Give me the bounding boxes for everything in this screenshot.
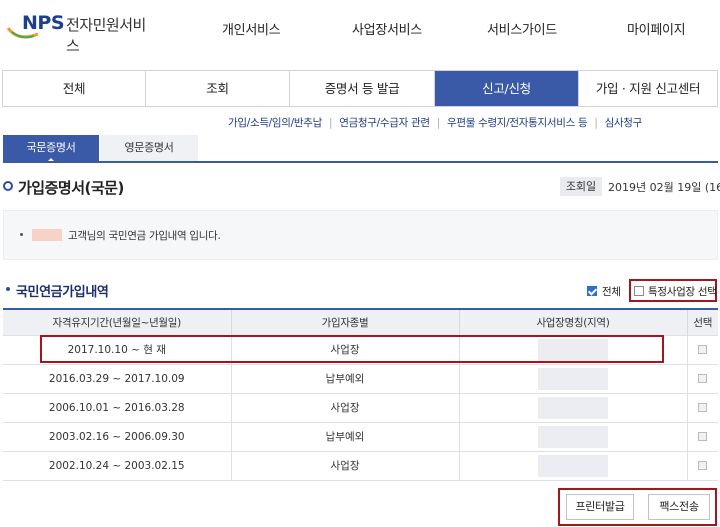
row-select-checkbox[interactable] (698, 403, 708, 412)
subnav-item-pension-claim[interactable]: 연금청구/수급자 관련 (339, 115, 430, 130)
masked-workplace-name (538, 367, 608, 390)
tab-report-apply[interactable]: 신고/신청 (435, 71, 579, 106)
cell-select (686, 450, 718, 481)
section-bullet-icon (6, 287, 10, 291)
select-all-label: 전체 (602, 286, 621, 298)
column-header-type: 가입자종별 (230, 308, 459, 335)
gnb-business[interactable]: 사업장서비스 (352, 19, 422, 38)
select-all-checkbox[interactable] (587, 286, 597, 296)
column-header-select: 선택 (686, 308, 718, 335)
fax-send-button[interactable]: 팩스전송 (648, 494, 710, 520)
tab-english-certificate[interactable]: 영문증명서 (100, 135, 198, 161)
row-select-checkbox[interactable] (698, 461, 708, 470)
cell-type: 납부예외 (230, 421, 459, 451)
tab-korean-certificate[interactable]: 국문증명서 (3, 135, 99, 162)
nps-logo[interactable]: NPS 전자민원서비스 (4, 6, 154, 55)
current-enrollment-highlight (40, 335, 664, 363)
subnav-divider: | (436, 117, 441, 129)
masked-workplace-name (538, 396, 608, 419)
cell-type: 사업장 (230, 392, 459, 422)
cell-select (686, 392, 718, 422)
query-date-value: 2019년 02월 19일 (16:26 (608, 181, 720, 194)
gnb-mypage[interactable]: 마이페이지 (627, 19, 686, 38)
info-box: 고객님의 국민연금 가입내역 입니다. (3, 210, 718, 260)
cell-select (686, 334, 718, 364)
subnav-item-appeal[interactable]: 심사청구 (605, 115, 643, 130)
row-select-checkbox[interactable] (698, 432, 708, 441)
cell-workplace (458, 450, 687, 481)
logo-subtitle: 전자민원서비스 (66, 16, 146, 55)
table-row: 2002.10.24 ~ 2003.02.15 사업장 (3, 450, 718, 481)
page-title: 가입증명서(국문) (18, 179, 124, 197)
top-header: NPS 전자민원서비스 개인서비스 사업장서비스 서비스가이드 마이페이지 (0, 0, 720, 55)
tab-support-center[interactable]: 가입 · 지원 신고센터 (579, 71, 717, 106)
column-header-period: 자격유지기간(년월일~년월일) (3, 308, 231, 335)
table-header-row: 자격유지기간(년월일~년월일) 가입자종별 사업장명칭(지역) 선택 (3, 308, 718, 335)
tab-certificate[interactable]: 증명서 등 발급 (290, 71, 435, 106)
tab-korean-certificate-label: 국문증명서 (26, 141, 76, 154)
print-issue-button[interactable]: 프린터발급 (566, 494, 634, 520)
title-circle-icon (3, 181, 13, 191)
cell-workplace (458, 421, 687, 451)
tab-inquiry[interactable]: 조회 (146, 71, 290, 106)
inner-tab-divider (3, 161, 718, 163)
query-date-label: 조회일 (560, 177, 602, 196)
table-row: 2016.03.29 ~ 2017.10.09 납부예외 (3, 363, 718, 393)
table-row: 2003.02.16 ~ 2006.09.30 납부예외 (3, 421, 718, 451)
section-title: 국민연금가입내역 (16, 285, 109, 300)
cell-period: 2006.10.01 ~ 2016.03.28 (3, 392, 231, 422)
masked-workplace-name (538, 454, 608, 477)
specific-workplace-label: 특정사업장 선택 (648, 286, 717, 298)
bullet-icon (20, 233, 23, 236)
cell-period: 2016.03.29 ~ 2017.10.09 (3, 363, 231, 393)
masked-customer-name (32, 229, 62, 241)
cell-period: 2003.02.16 ~ 2006.09.30 (3, 421, 231, 451)
masked-workplace-name (538, 425, 608, 448)
subnav-divider: | (594, 117, 598, 129)
logo-text: NPS (22, 12, 65, 34)
cell-workplace (458, 363, 687, 393)
cell-workplace (458, 392, 687, 422)
row-select-checkbox[interactable] (698, 345, 708, 354)
subnav-item-subscription[interactable]: 가입/소득/임의/반추납 (228, 115, 322, 130)
subnav-item-mail-address[interactable]: 우편물 수령지/전자통지서비스 등 (447, 115, 588, 130)
gnb-personal[interactable]: 개인서비스 (222, 19, 281, 38)
tab-all[interactable]: 전체 (3, 71, 146, 106)
table-row: 2006.10.01 ~ 2016.03.28 사업장 (3, 392, 718, 422)
cell-select (686, 363, 718, 393)
specific-workplace-checkbox[interactable] (634, 286, 644, 296)
cell-select (686, 421, 718, 451)
row-select-checkbox[interactable] (698, 374, 708, 383)
main-tab-bar: 전체 조회 증명서 등 발급 신고/신청 가입 · 지원 신고센터 (2, 70, 718, 107)
cell-period: 2002.10.24 ~ 2003.02.15 (3, 450, 231, 481)
cell-type: 납부예외 (230, 363, 459, 393)
column-header-workplace: 사업장명칭(지역) (458, 308, 687, 335)
enrollment-history-table: 자격유지기간(년월일~년월일) 가입자종별 사업장명칭(지역) 선택 2017.… (3, 308, 718, 481)
subnav-divider: | (328, 117, 333, 129)
cell-type: 사업장 (230, 450, 459, 481)
sub-navigation: 가입/소득/임의/반추납 | 연금청구/수급자 관련 | 우편물 수령지/전자통지서비스… (228, 115, 642, 130)
gnb-guide[interactable]: 서비스가이드 (487, 19, 557, 38)
info-message: 고객님의 국민연금 가입내역 입니다. (68, 230, 221, 242)
